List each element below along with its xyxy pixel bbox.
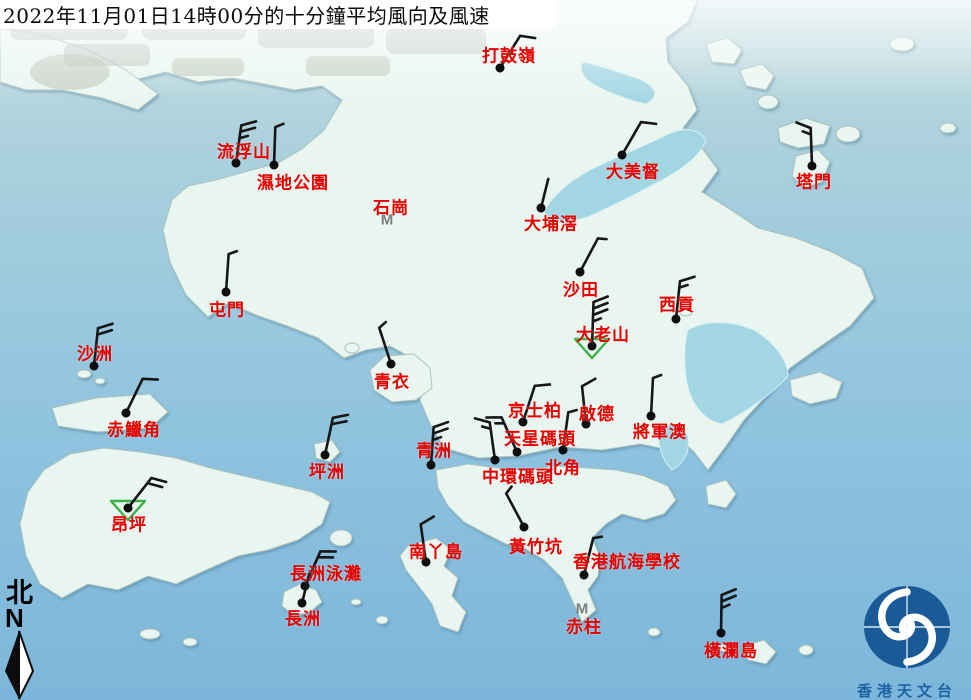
hko-logo: 香港天文台 HONG KONG OBSERVATORY (843, 582, 971, 700)
map-base (0, 0, 971, 700)
waglan-islet (719, 645, 729, 652)
hko-logo-name-zh: 香港天文台 (843, 680, 971, 700)
ne-island (836, 126, 860, 142)
compass-north-en: N (5, 607, 46, 629)
mirs-bay-island (940, 123, 956, 133)
title-bar: 2022年11月01日14時00分的十分鐘平均風向及風速 (0, 0, 556, 29)
map-title: 2022年11月01日14時00分的十分鐘平均風向及風速 (0, 0, 490, 29)
islet (376, 616, 388, 624)
soko-islands (140, 629, 160, 639)
islet (351, 599, 361, 605)
hko-logo-icon (843, 582, 971, 674)
islet (680, 308, 692, 316)
hko-wind-map: 流浮山濕地公園打鼓嶺大美督塔門大埔滘沙田石崗M西貢大老山屯門沙洲赤鱲角青衣青洲坪… (0, 0, 971, 700)
sha-chau-islet (77, 370, 91, 378)
islet (799, 645, 813, 655)
ma-wan-island (345, 343, 359, 353)
hei-ling-chau (330, 530, 352, 546)
north-compass: 北 N (2, 580, 46, 700)
islet (95, 378, 105, 384)
north-arrow-icon (2, 629, 36, 700)
islet (183, 638, 197, 646)
islet (648, 628, 660, 636)
